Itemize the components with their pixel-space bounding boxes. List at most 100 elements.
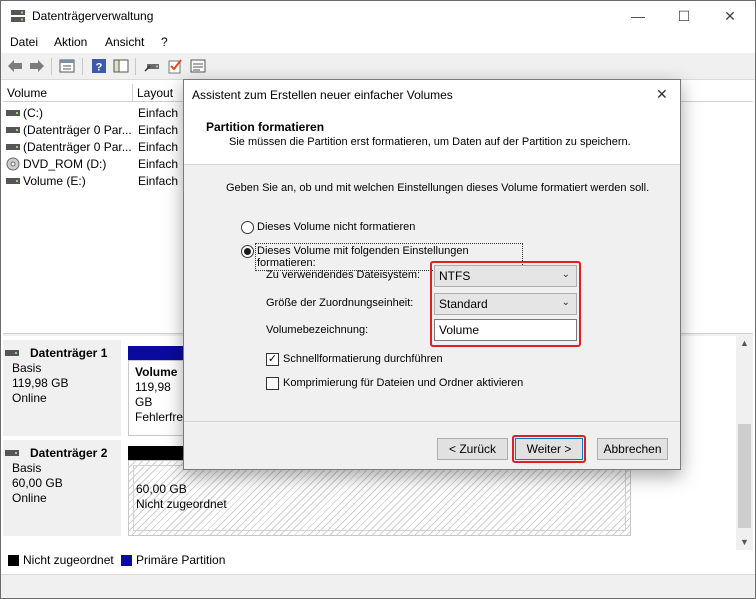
menu-aktion[interactable]: Aktion xyxy=(54,35,87,49)
radio-no-format-label: Dieses Volume nicht formatieren xyxy=(257,221,416,233)
disk-status: Online xyxy=(12,491,47,505)
title-bar: Datenträgerverwaltung — ☐ ✕ xyxy=(1,1,755,31)
close-icon: ✕ xyxy=(724,7,736,24)
dialog-divider xyxy=(184,421,680,422)
radio-format[interactable]: Dieses Volume mit folgenden Einstellunge… xyxy=(241,243,523,271)
vertical-scrollbar[interactable]: ▲ ▼ xyxy=(736,336,753,550)
check-icon[interactable] xyxy=(165,57,185,75)
unallocated-status: Nicht zugeordnet xyxy=(136,497,227,511)
forward-arrow-icon[interactable] xyxy=(27,57,47,75)
disk-management-app-icon xyxy=(11,10,25,22)
filesystem-select[interactable]: NTFS ⌄ xyxy=(434,265,577,287)
menu-help[interactable]: ? xyxy=(161,35,168,49)
dialog-close-icon[interactable]: ✕ xyxy=(656,86,668,103)
disk-type: Basis xyxy=(12,461,42,475)
disk-name: Datenträger 1 xyxy=(30,346,108,360)
quick-format-checkbox[interactable]: ✓ Schnellformatierung durchführen xyxy=(266,352,506,367)
disk-name: Datenträger 2 xyxy=(30,446,108,460)
volume-name: (C:) xyxy=(23,106,43,120)
scroll-down-icon[interactable]: ▼ xyxy=(736,537,753,547)
scroll-up-icon[interactable]: ▲ xyxy=(736,338,753,348)
table-row[interactable]: (C:) Einfach xyxy=(3,104,183,121)
disk-size: 60,00 GB xyxy=(12,476,63,490)
next-button[interactable]: Weiter > xyxy=(515,438,583,460)
radio-button-selected-icon xyxy=(241,245,254,258)
toolbar: ? xyxy=(1,53,755,80)
legend-label-primary: Primäre Partition xyxy=(136,553,226,567)
menu-bar: Datei Aktion Ansicht ? xyxy=(1,31,755,53)
checkbox-checked-icon: ✓ xyxy=(266,353,279,366)
close-button[interactable]: ✕ xyxy=(707,1,753,31)
table-row[interactable]: (Datenträger 0 Par... Einfach xyxy=(3,138,183,155)
volume-name: (Datenträger 0 Par... xyxy=(23,140,132,154)
table-row[interactable]: DVD_ROM (D:) Einfach xyxy=(3,155,183,172)
properties-icon[interactable] xyxy=(57,57,77,75)
dialog-header: Partition formatieren Sie müssen die Par… xyxy=(184,110,680,165)
scrollbar-thumb[interactable] xyxy=(738,424,751,528)
minimize-button[interactable]: — xyxy=(615,1,661,31)
alloc-size-select[interactable]: Standard ⌄ xyxy=(434,293,577,315)
drive-icon xyxy=(6,127,20,133)
disk-2-label[interactable]: Datenträger 2 Basis 60,00 GB Online xyxy=(3,440,121,536)
column-header-volume[interactable]: Volume xyxy=(3,84,133,102)
alloc-size-label: Größe der Zuordnungseinheit: xyxy=(266,297,414,309)
table-row[interactable]: Volume (E:) Einfach xyxy=(3,172,183,189)
cancel-button[interactable]: Abbrechen xyxy=(597,438,668,460)
radio-no-format[interactable]: Dieses Volume nicht formatieren xyxy=(241,220,441,235)
back-button[interactable]: < Zurück xyxy=(437,438,508,460)
partition-status: Fehlerfrei xyxy=(135,410,186,424)
compression-checkbox[interactable]: Komprimierung für Dateien und Ordner akt… xyxy=(266,376,546,391)
legend-label-unallocated: Nicht zugeordnet xyxy=(23,553,114,567)
partition-name: Volume xyxy=(135,365,178,379)
disk-status: Online xyxy=(12,391,47,405)
volume-label-label: Volumebezeichnung: xyxy=(266,324,369,336)
menu-datei[interactable]: Datei xyxy=(10,35,38,49)
volume-layout: Einfach xyxy=(138,106,179,120)
drive-icon xyxy=(6,144,20,150)
drive-icon xyxy=(5,450,19,456)
filesystem-value: NTFS xyxy=(439,269,471,283)
volume-name: Volume (E:) xyxy=(23,174,86,188)
volume-name: DVD_ROM (D:) xyxy=(23,157,107,171)
maximize-button[interactable]: ☐ xyxy=(661,1,707,31)
chevron-down-icon: ⌄ xyxy=(561,297,570,308)
settings-list-icon[interactable] xyxy=(188,57,208,75)
legend: Nicht zugeordnet Primäre Partition xyxy=(3,549,753,571)
quick-format-label: Schnellformatierung durchführen xyxy=(283,353,443,365)
partition-volume[interactable]: Volume 119,98 GB Fehlerfrei xyxy=(128,360,188,436)
volume-label-input[interactable]: Volume xyxy=(434,319,577,341)
volume-layout: Einfach xyxy=(138,174,179,188)
volume-layout: Einfach xyxy=(138,157,179,171)
svg-text:?: ? xyxy=(96,62,103,74)
volume-layout: Einfach xyxy=(138,123,179,137)
status-bar xyxy=(1,574,755,598)
table-row[interactable]: (Datenträger 0 Par... Einfach xyxy=(3,121,183,138)
window-title: Datenträgerverwaltung xyxy=(32,9,154,23)
menu-ansicht[interactable]: Ansicht xyxy=(105,35,144,49)
minimize-icon: — xyxy=(631,8,645,24)
dialog-title: Assistent zum Erstellen neuer einfacher … xyxy=(192,88,453,102)
radio-button-icon xyxy=(241,221,254,234)
console-tree-icon[interactable] xyxy=(111,57,131,75)
dialog-title-bar: Assistent zum Erstellen neuer einfacher … xyxy=(184,80,680,110)
new-simple-volume-wizard: Assistent zum Erstellen neuer einfacher … xyxy=(183,79,681,470)
header-title: Partition formatieren xyxy=(206,120,325,134)
disk-type: Basis xyxy=(12,361,42,375)
help-icon[interactable]: ? xyxy=(89,57,109,75)
alloc-size-value: Standard xyxy=(439,297,488,311)
volume-layout: Einfach xyxy=(138,140,179,154)
legend-swatch-unallocated xyxy=(8,555,19,566)
disk-1-label[interactable]: Datenträger 1 Basis 119,98 GB Online xyxy=(3,340,121,436)
dvd-icon xyxy=(6,157,20,171)
column-header-layout[interactable]: Layout xyxy=(133,84,185,102)
unallocated-space[interactable]: 60,00 GB Nicht zugeordnet xyxy=(128,460,631,536)
volume-name: (Datenträger 0 Par... xyxy=(23,123,132,137)
connect-disk-icon[interactable] xyxy=(142,57,162,75)
drive-icon xyxy=(6,110,20,116)
back-arrow-icon[interactable] xyxy=(5,57,25,75)
column-header-extra[interactable] xyxy=(681,84,753,102)
unallocated-size: 60,00 GB xyxy=(136,482,187,496)
checkbox-unchecked-icon xyxy=(266,377,279,390)
drive-icon xyxy=(5,350,19,356)
legend-swatch-primary xyxy=(121,555,132,566)
